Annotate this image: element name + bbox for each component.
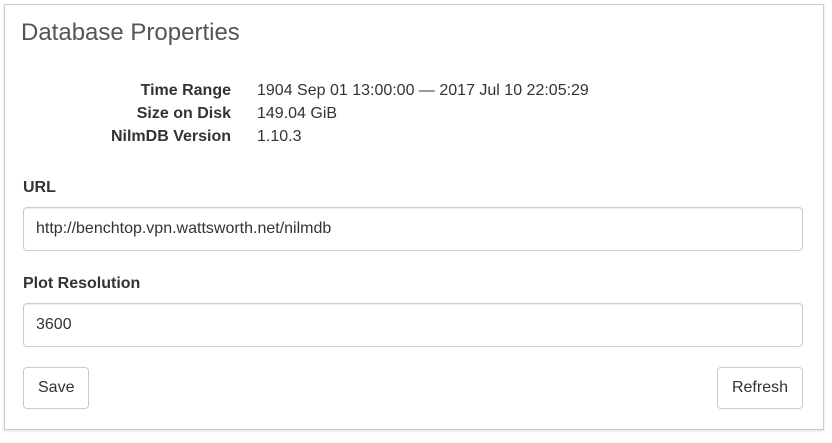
property-value: 149.04 GiB xyxy=(257,104,338,122)
property-row-time-range: Time Range 1904 Sep 01 13:00:00 — 2017 J… xyxy=(5,79,825,102)
url-label: URL xyxy=(23,179,56,196)
property-key: Time Range xyxy=(140,81,231,99)
database-properties-panel: Database Properties Time Range 1904 Sep … xyxy=(4,4,824,430)
property-row-size-on-disk: Size on Disk 149.04 GiB xyxy=(5,102,825,125)
property-row-nilmdb-version: NilmDB Version 1.10.3 xyxy=(5,125,825,148)
refresh-button[interactable]: Refresh xyxy=(716,367,803,409)
plot-resolution-input[interactable] xyxy=(23,303,803,347)
property-value: 1904 Sep 01 13:00:00 — 2017 Jul 10 22:05… xyxy=(257,81,589,99)
panel-title: Database Properties xyxy=(21,19,240,46)
save-button[interactable]: Save xyxy=(23,367,90,409)
property-value: 1.10.3 xyxy=(257,127,302,145)
plot-resolution-label: Plot Resolution xyxy=(23,275,141,292)
url-input[interactable] xyxy=(23,207,803,251)
properties-list: Time Range 1904 Sep 01 13:00:00 — 2017 J… xyxy=(5,79,825,148)
property-key: NilmDB Version xyxy=(110,127,231,145)
property-key: Size on Disk xyxy=(136,104,231,122)
